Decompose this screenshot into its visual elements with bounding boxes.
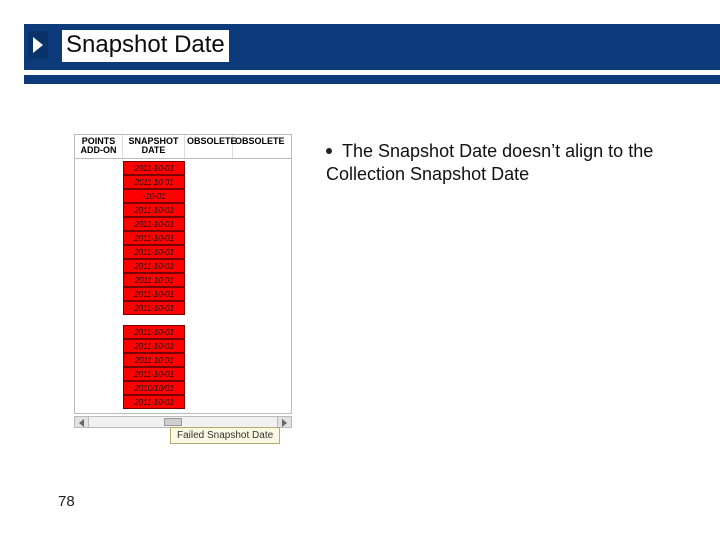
bullet-text: The Snapshot Date doesn’t align to the C…	[326, 141, 653, 184]
table-screenshot: POINTS ADD-ON SNAPSHOT DATE OBSOLETE OBS…	[74, 134, 292, 428]
table-row: 2011 10 01	[75, 175, 291, 189]
page-title: Snapshot Date	[62, 30, 229, 62]
table-row: 2011-10-01	[75, 395, 291, 409]
table-row: 2011-10-01	[75, 367, 291, 381]
table-row: 2011 10 01	[75, 353, 291, 367]
title-marker-icon	[28, 31, 48, 59]
bullet-point: The Snapshot Date doesn’t align to the C…	[326, 140, 686, 185]
table-row: 2011-10-01	[75, 301, 291, 315]
tooltip: Failed Snapshot Date	[170, 427, 280, 444]
table-row: 2011-10-01	[75, 245, 291, 259]
col-header: OBSOLETE	[185, 135, 233, 158]
scroll-left-icon[interactable]	[75, 417, 89, 427]
bullet-icon	[326, 148, 332, 154]
table-row: 2011-10-01	[75, 259, 291, 273]
table-row: 2011-10-01	[75, 161, 291, 175]
table-row: 2010/10/01	[75, 381, 291, 395]
table-row: 2011-10-01	[75, 231, 291, 245]
col-header: SNAPSHOT DATE	[123, 135, 185, 158]
scroll-thumb[interactable]	[164, 418, 182, 426]
col-header: POINTS ADD-ON	[75, 135, 123, 158]
title-underline	[24, 75, 720, 84]
table-row: -10-01	[75, 189, 291, 203]
table-row: 2011-10-01	[75, 339, 291, 353]
scroll-track[interactable]	[89, 417, 277, 427]
table-row: 2011-10-01	[75, 287, 291, 301]
table-row: 2011-10-01	[75, 217, 291, 231]
table-row: 2011-10-01	[75, 325, 291, 339]
table-header-row: POINTS ADD-ON SNAPSHOT DATE OBSOLETE OBS…	[74, 134, 292, 159]
scroll-right-icon[interactable]	[277, 417, 291, 427]
table-gap	[75, 315, 291, 325]
table-row: 2011-10-01	[75, 203, 291, 217]
page-number: 78	[58, 493, 75, 510]
col-header: OBSOLETE	[233, 135, 281, 158]
table-row: 2011 10 01	[75, 273, 291, 287]
table-body: 2011-10-01 2011 10 01 -10-01 2011-10-01 …	[74, 159, 292, 414]
